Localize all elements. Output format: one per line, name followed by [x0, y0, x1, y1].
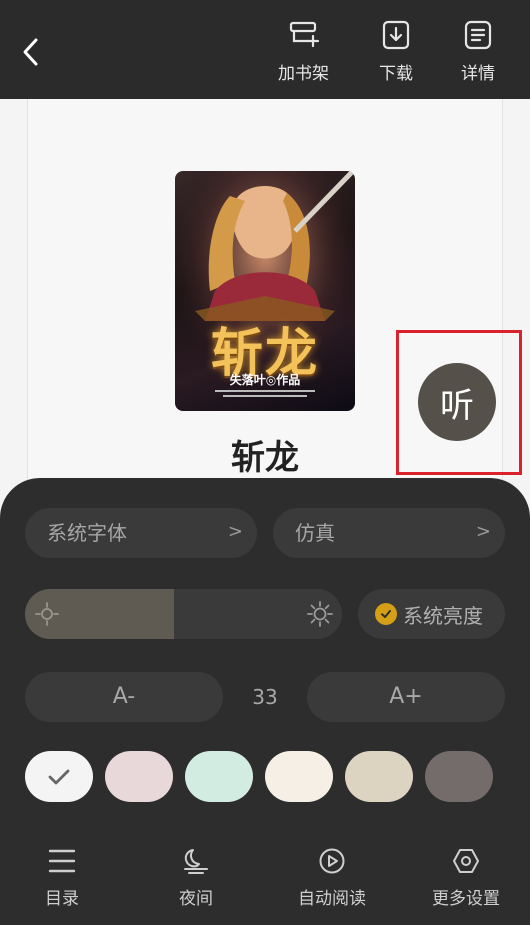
catalog-label: 目录: [45, 889, 79, 909]
font-size-decrease-button[interactable]: A-: [25, 672, 223, 722]
cover-author: 失落叶◎作品: [229, 373, 301, 387]
auto-read-icon: [317, 846, 347, 876]
download-button[interactable]: 下载: [379, 18, 413, 84]
auto-read-button[interactable]: 自动阅读: [272, 846, 392, 909]
theme-swatch-green[interactable]: [185, 751, 253, 802]
check-circle-icon: [375, 603, 397, 625]
settings-panel: 系统字体 > 仿真 > 系统亮度 A- 33 A+ 目录 夜间 自动阅读 更多设…: [0, 478, 530, 925]
theme-swatch-beige[interactable]: [345, 751, 413, 802]
listen-button[interactable]: 听: [418, 363, 496, 441]
add-to-shelf-button[interactable]: 加书架: [278, 18, 329, 84]
top-bar: 加书架 下载 详情: [0, 0, 530, 99]
more-settings-icon: [451, 846, 481, 876]
font-size-value: 33: [252, 685, 278, 709]
details-label: 详情: [461, 64, 495, 84]
back-button[interactable]: [14, 32, 48, 72]
catalog-icon: [47, 846, 77, 876]
auto-read-label: 自动阅读: [298, 889, 366, 909]
add-to-shelf-icon: [288, 18, 320, 52]
back-arrow-icon: [23, 38, 38, 66]
font-size-decrease-label: A-: [112, 684, 136, 709]
details-icon: [462, 18, 494, 52]
font-size-increase-label: A+: [389, 684, 423, 709]
theme-swatch-white[interactable]: [25, 751, 93, 802]
system-brightness-label: 系统亮度: [403, 603, 483, 628]
font-selector-label: 系统字体: [47, 521, 127, 545]
night-mode-button[interactable]: 夜间: [136, 846, 256, 909]
book-cover[interactable]: 斩龙 失落叶◎作品: [175, 171, 355, 411]
font-size-increase-button[interactable]: A+: [307, 672, 505, 722]
system-brightness-toggle[interactable]: 系统亮度: [358, 589, 505, 639]
theme-swatch-cream[interactable]: [265, 751, 333, 802]
night-mode-icon: [181, 846, 211, 876]
chevron-right-icon: >: [475, 521, 491, 542]
font-selector[interactable]: 系统字体 >: [25, 508, 257, 558]
more-settings-label: 更多设置: [432, 889, 500, 909]
cover-blurb-lines: [215, 390, 315, 397]
brightness-high-icon: [307, 601, 333, 627]
checkmark-icon: [48, 769, 70, 784]
chevron-right-icon: >: [227, 521, 243, 542]
more-settings-button[interactable]: 更多设置: [406, 846, 526, 909]
catalog-button[interactable]: 目录: [2, 846, 122, 909]
theme-swatch-pink[interactable]: [105, 751, 173, 802]
add-to-shelf-label: 加书架: [278, 64, 329, 84]
theme-swatch-dark-gray[interactable]: [425, 751, 493, 802]
page-turn-selector[interactable]: 仿真 >: [273, 508, 505, 558]
details-button[interactable]: 详情: [461, 18, 495, 84]
brightness-low-icon: [35, 602, 59, 626]
download-icon: [380, 18, 412, 52]
page-turn-selector-label: 仿真: [295, 521, 335, 545]
download-label: 下载: [379, 64, 413, 84]
brightness-slider[interactable]: [25, 589, 342, 639]
night-mode-label: 夜间: [179, 889, 213, 909]
